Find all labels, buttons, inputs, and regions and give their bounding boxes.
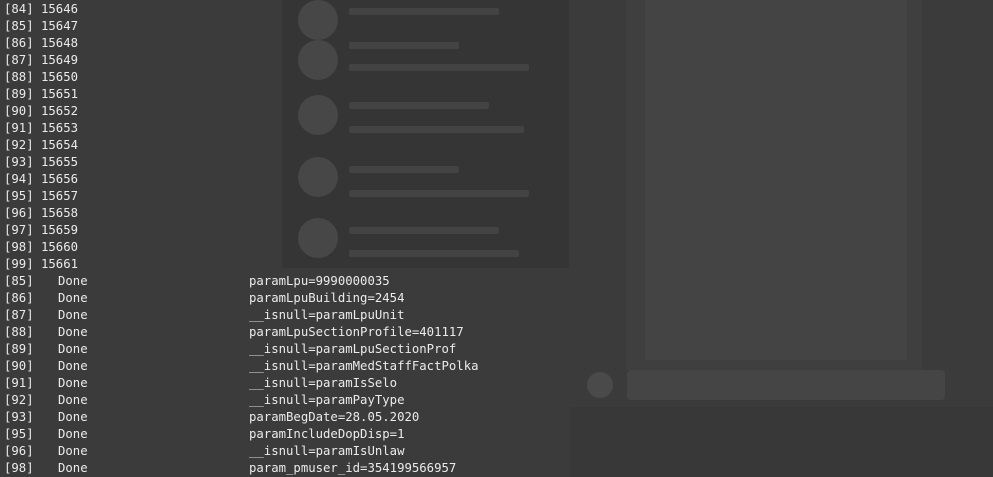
id-index: [93]	[4, 155, 34, 169]
id-index: [86]	[4, 36, 34, 50]
done-status: Done	[58, 359, 88, 373]
done-status: Done	[58, 291, 88, 305]
done-index: [95]	[4, 427, 34, 441]
id-index: [84]	[4, 2, 34, 16]
done-param: __isnull=paramLpuSectionProf	[249, 342, 457, 356]
id-value: 15652	[41, 104, 79, 118]
done-index: [91]	[4, 376, 34, 390]
id-index: [90]	[4, 104, 34, 118]
id-index: [92]	[4, 138, 34, 152]
done-param: __isnull=paramIsUnlaw	[249, 444, 405, 458]
done-index: [85]	[4, 274, 34, 288]
id-index: [99]	[4, 257, 34, 271]
done-index: [87]	[4, 308, 34, 322]
id-value: 15647	[41, 19, 79, 33]
done-status: Done	[58, 427, 88, 441]
done-status: Done	[58, 461, 88, 475]
done-status: Done	[58, 308, 88, 322]
done-index: [92]	[4, 393, 34, 407]
id-index: [94]	[4, 172, 34, 186]
done-index: [96]	[4, 444, 34, 458]
done-param: paramLpuSectionProfile=401117	[249, 325, 464, 339]
done-status: Done	[58, 342, 88, 356]
id-value: 15650	[41, 70, 79, 84]
terminal-output: [84] 15646 [85] 15647 [86] 15648 [87] 15…	[0, 0, 993, 477]
id-value: 15654	[41, 138, 79, 152]
id-index: [89]	[4, 87, 34, 101]
done-param: paramBegDate=28.05.2020	[249, 410, 420, 424]
id-value: 15646	[41, 2, 79, 16]
done-index: [93]	[4, 410, 34, 424]
done-index: [98]	[4, 461, 34, 475]
id-index: [97]	[4, 223, 34, 237]
id-value: 15649	[41, 53, 79, 67]
id-index: [91]	[4, 121, 34, 135]
id-value: 15648	[41, 36, 79, 50]
done-param: paramLpuBuilding=2454	[249, 291, 405, 305]
done-param: __isnull=paramMedStaffFactPolka	[249, 359, 479, 373]
done-param: __isnull=paramIsSelo	[249, 376, 398, 390]
id-index: [85]	[4, 19, 34, 33]
id-index: [88]	[4, 70, 34, 84]
done-status: Done	[58, 444, 88, 458]
done-index: [86]	[4, 291, 34, 305]
id-value: 15658	[41, 206, 79, 220]
done-param: param_pmuser_id=354199566957	[249, 461, 457, 475]
done-index: [88]	[4, 325, 34, 339]
done-param: paramLpu=9990000035	[249, 274, 390, 288]
id-index: [98]	[4, 240, 34, 254]
done-status: Done	[58, 325, 88, 339]
done-status: Done	[58, 376, 88, 390]
done-status: Done	[58, 274, 88, 288]
done-status: Done	[58, 410, 88, 424]
id-value: 15653	[41, 121, 79, 135]
id-value: 15657	[41, 189, 79, 203]
done-index: [89]	[4, 342, 34, 356]
id-index: [96]	[4, 206, 34, 220]
id-index: [87]	[4, 53, 34, 67]
done-param: __isnull=paramPayType	[249, 393, 405, 407]
done-status: Done	[58, 393, 88, 407]
id-value: 15661	[41, 257, 79, 271]
id-index: [95]	[4, 189, 34, 203]
done-param: __isnull=paramLpuUnit	[249, 308, 405, 322]
done-index: [90]	[4, 359, 34, 373]
id-value: 15656	[41, 172, 79, 186]
id-value: 15651	[41, 87, 79, 101]
id-value: 15655	[41, 155, 79, 169]
done-param: paramIncludeDopDisp=1	[249, 427, 405, 441]
id-value: 15660	[41, 240, 79, 254]
id-value: 15659	[41, 223, 79, 237]
